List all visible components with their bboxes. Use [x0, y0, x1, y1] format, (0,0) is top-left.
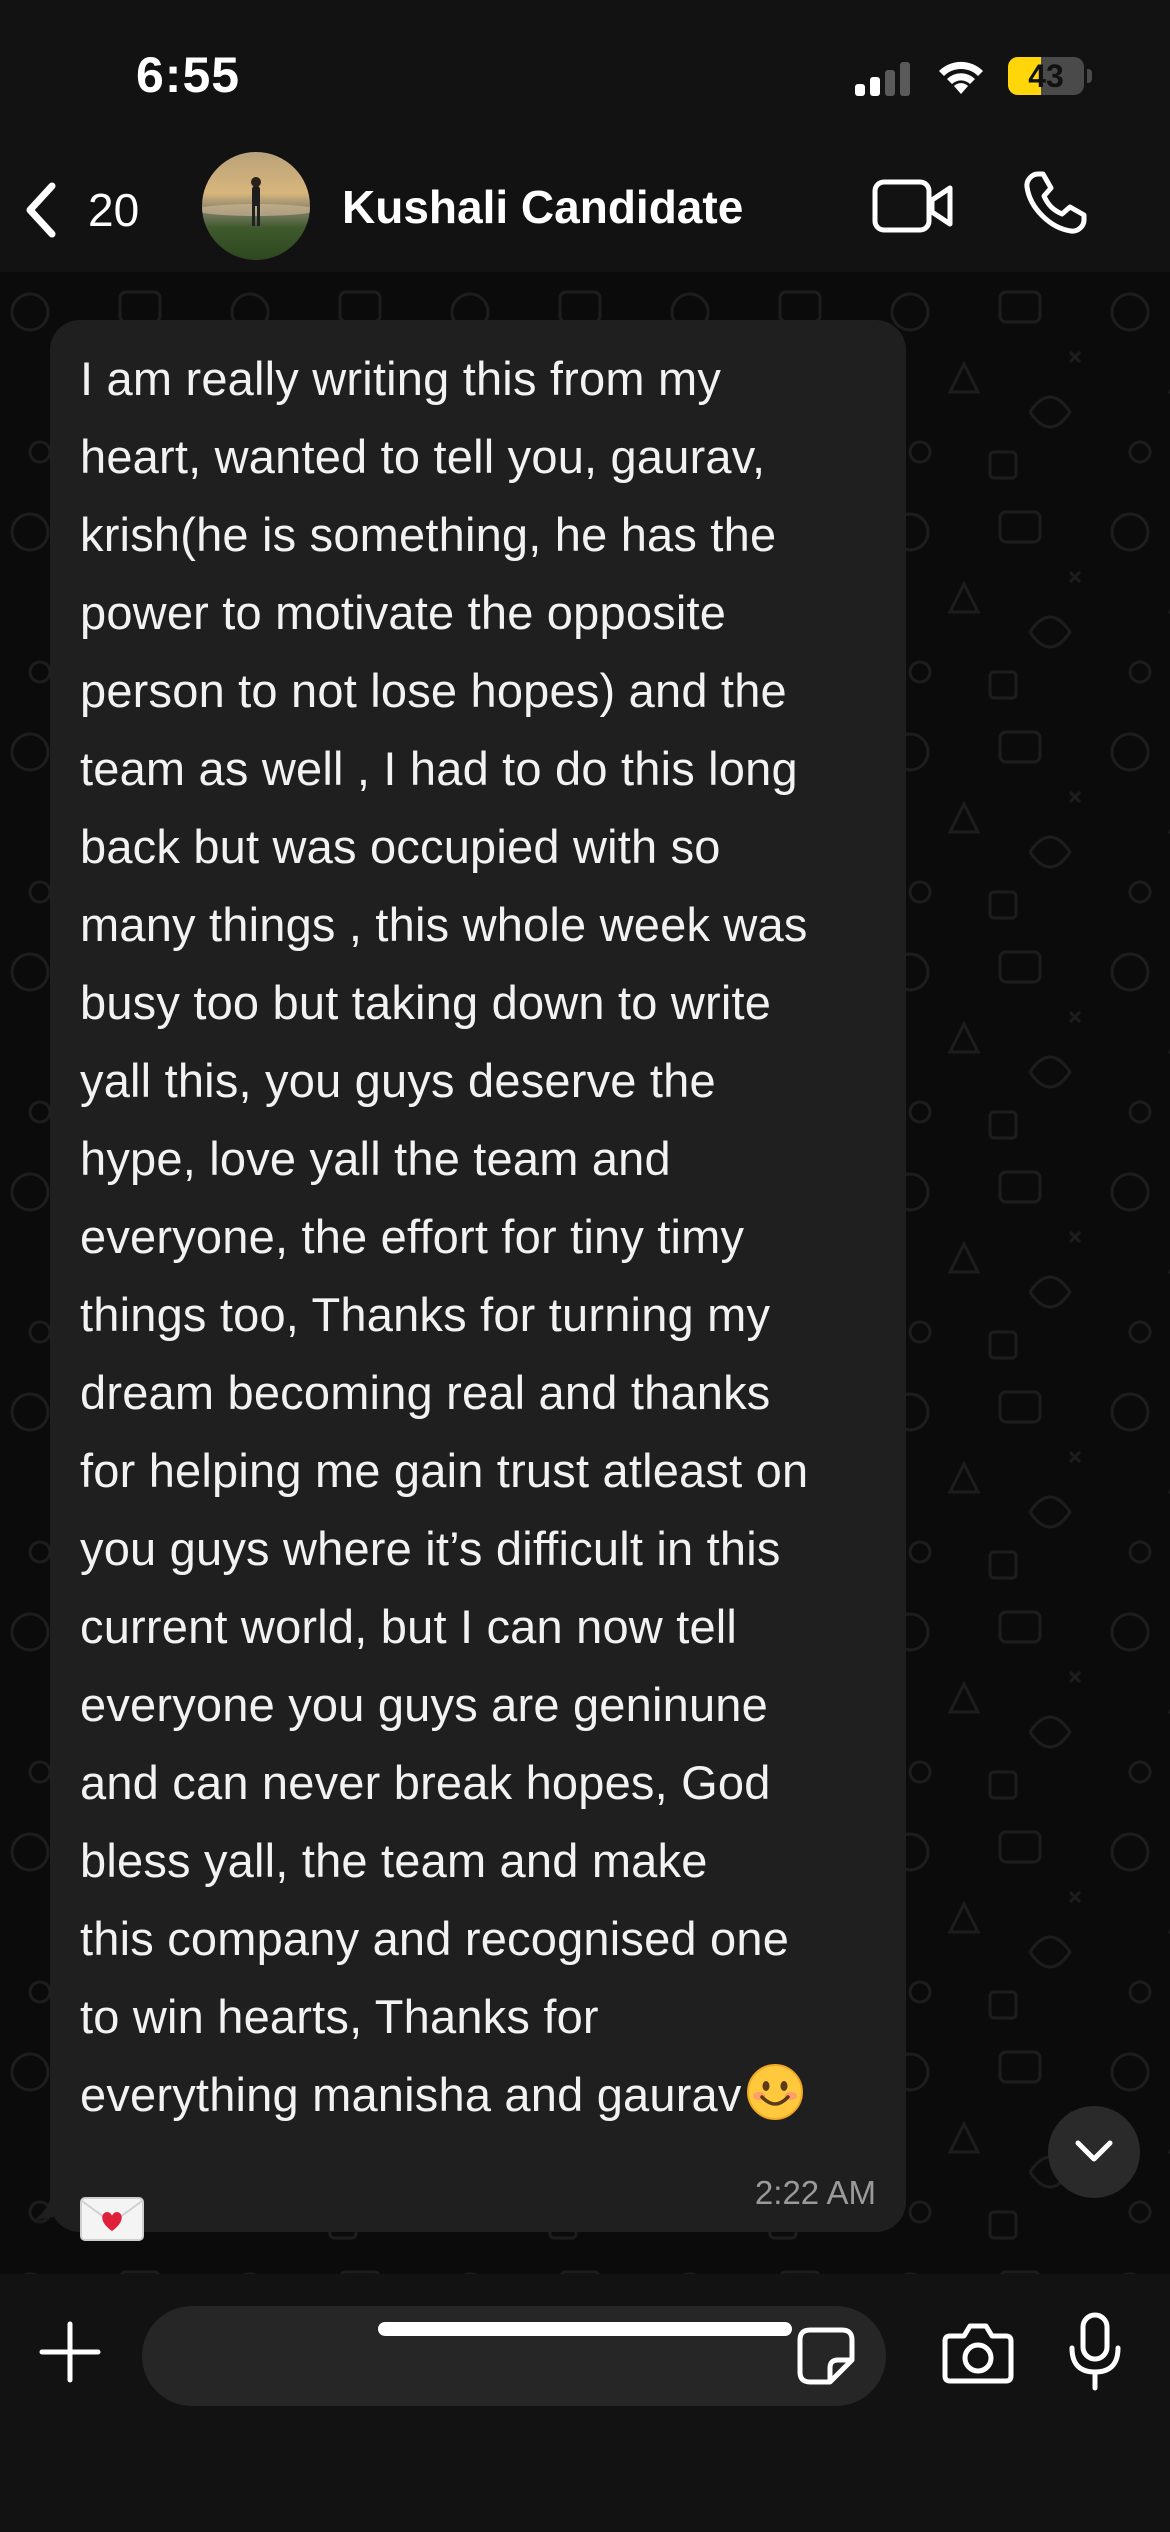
wifi-icon — [939, 61, 983, 94]
battery-indicator: 43 — [1008, 57, 1084, 95]
avatar-photo — [202, 177, 310, 226]
home-indicator — [378, 2322, 792, 2336]
avatar[interactable] — [202, 152, 310, 260]
chat-header: 20 Kushali Candidate — [0, 150, 1170, 272]
back-button[interactable]: 20 — [22, 172, 162, 248]
status-bar: 6:55 43 — [0, 0, 1170, 150]
chat-area[interactable]: I am really writing this from my heart, … — [0, 272, 1170, 2274]
sticker-icon[interactable] — [796, 2326, 856, 2386]
message-text: I am really writing this from my heart, … — [80, 340, 880, 2134]
unread-count: 20 — [88, 184, 140, 236]
message-bubble[interactable]: I am really writing this from my heart, … — [50, 320, 906, 2241]
scroll-to-bottom-button[interactable] — [1048, 2106, 1140, 2198]
love-letter-emoji — [80, 2197, 144, 2241]
message-body: I am really writing this from my heart, … — [80, 352, 809, 2121]
microphone-icon[interactable] — [1068, 2312, 1122, 2392]
phone-call-icon[interactable] — [1022, 170, 1088, 236]
smiling-face-emoji — [746, 2064, 803, 2120]
message-input[interactable] — [142, 2306, 886, 2406]
battery-cap — [1087, 69, 1092, 83]
battery-level: 43 — [1028, 58, 1064, 94]
contact-name[interactable]: Kushali Candidate — [342, 180, 743, 234]
chevron-left-icon — [26, 182, 56, 238]
status-time: 6:55 — [136, 47, 241, 103]
message-timestamp: 2:22 AM — [754, 2174, 876, 2211]
chevron-down-icon — [1075, 2140, 1113, 2162]
cellular-signal-icon — [855, 62, 910, 96]
message-input-bar — [0, 2274, 1170, 2532]
video-call-icon[interactable] — [872, 176, 954, 236]
camera-icon[interactable] — [942, 2320, 1014, 2386]
plus-icon[interactable] — [38, 2320, 102, 2384]
